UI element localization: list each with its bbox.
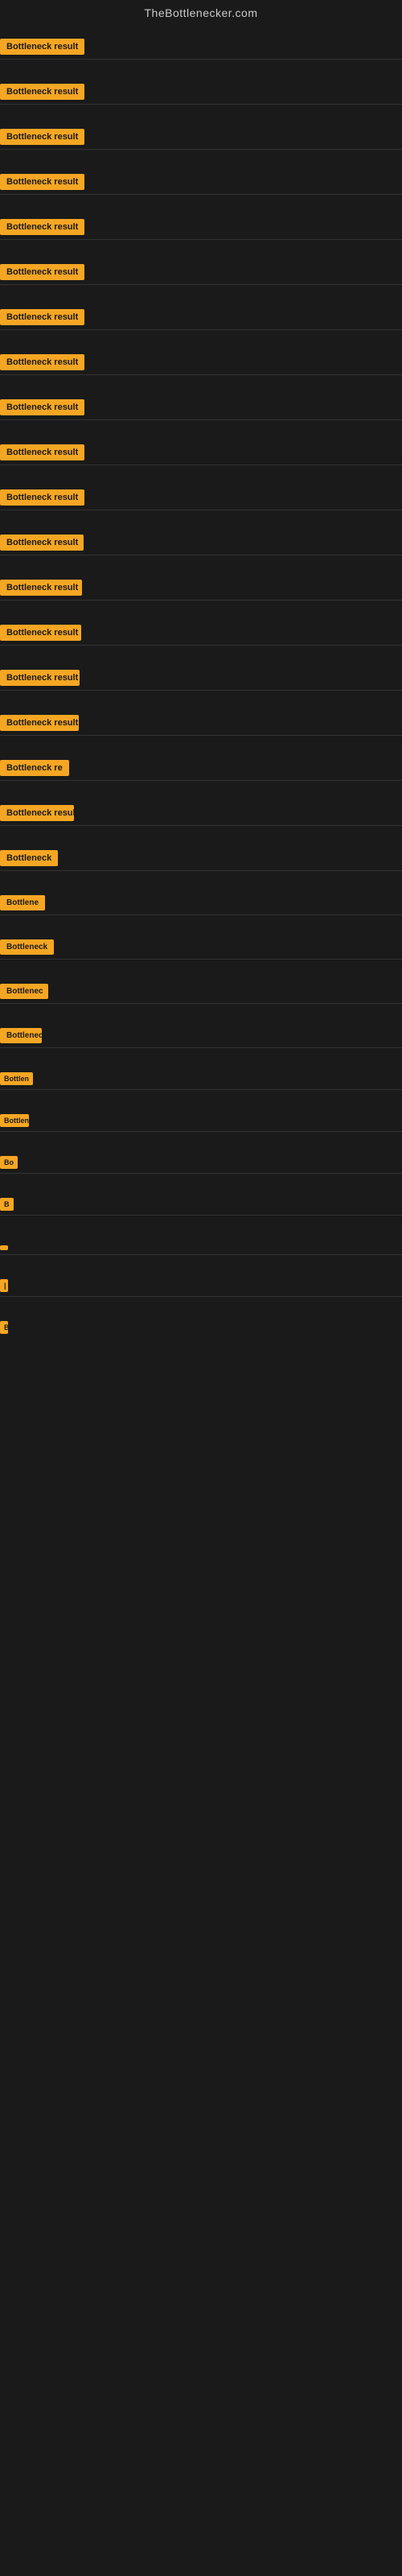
list-item: Bottleneck result xyxy=(0,570,402,615)
list-separator xyxy=(0,780,402,781)
list-separator xyxy=(0,104,402,105)
list-item: Bottleneck result xyxy=(0,525,402,570)
list-item: Bottleneck result xyxy=(0,480,402,525)
bottleneck-badge: Bottlene xyxy=(0,895,45,910)
bottleneck-badge: Bottleneck result xyxy=(0,580,82,596)
bottleneck-badge: Bottleneck re xyxy=(0,760,69,776)
bottleneck-badge: Bottlenec xyxy=(0,984,48,999)
list-separator xyxy=(0,374,402,375)
bottleneck-badge: Bottlen xyxy=(0,1072,33,1085)
bottleneck-badge: B xyxy=(0,1198,14,1211)
list-item: Bottleneck result xyxy=(0,660,402,705)
list-item: Bottleneck re xyxy=(0,750,402,795)
list-separator xyxy=(0,870,402,871)
list-separator xyxy=(0,600,402,601)
list-item: B xyxy=(0,1188,402,1230)
bottleneck-badge: Bottleneck result xyxy=(0,489,84,506)
bottleneck-badge: Bottleneck xyxy=(0,939,54,955)
list-separator xyxy=(0,690,402,691)
list-item: Bottleneck result xyxy=(0,164,402,209)
list-separator xyxy=(0,464,402,465)
list-item: Bottlenec xyxy=(0,974,402,1018)
bottleneck-badge: Bottleneck result xyxy=(0,715,79,731)
list-separator xyxy=(0,1254,402,1255)
list-separator xyxy=(0,959,402,960)
list-item: Bottleneck result xyxy=(0,209,402,254)
list-item: Bottleneck result xyxy=(0,615,402,660)
list-item: Bottleneck xyxy=(0,1104,402,1146)
list-item: Bottlen xyxy=(0,1063,402,1104)
list-item: Bottleneck result xyxy=(0,435,402,480)
list-item: Bottleneck xyxy=(0,840,402,886)
bottleneck-badge: Bottleneck result xyxy=(0,174,84,190)
list-item xyxy=(0,1230,402,1269)
list-item: Bot xyxy=(0,1311,402,1352)
list-separator xyxy=(0,1173,402,1174)
list-separator xyxy=(0,59,402,60)
list-item: Bottleneck result xyxy=(0,29,402,74)
bottleneck-badge: Bottleneck resul xyxy=(0,805,74,821)
bottleneck-badge: Bottleneck xyxy=(0,850,58,866)
list-item: Bottleneck result xyxy=(0,390,402,435)
bottleneck-list: Bottleneck result Bottleneck result Bottle… xyxy=(0,29,402,1352)
bottleneck-badge: Bottleneck xyxy=(0,1114,29,1127)
list-item: Bottleneck resul xyxy=(0,795,402,840)
bottleneck-badge: Bottleneck result xyxy=(0,354,84,370)
bottleneck-badge: Bottleneck result xyxy=(0,39,84,55)
bottleneck-badge: Bottleneck result xyxy=(0,625,81,641)
list-item: Bottleneck result xyxy=(0,345,402,390)
bottleneck-badge: Bottleneck result xyxy=(0,84,84,100)
list-separator xyxy=(0,1215,402,1216)
bottleneck-badge: Bottleneck result xyxy=(0,129,84,145)
list-separator xyxy=(0,329,402,330)
site-header: TheBottlenecker.com xyxy=(0,0,402,29)
list-item: Bottleneck result xyxy=(0,254,402,299)
bottleneck-badge: | xyxy=(0,1279,8,1292)
list-separator xyxy=(0,914,402,915)
list-separator xyxy=(0,645,402,646)
list-separator xyxy=(0,239,402,240)
bottleneck-badge: Bottleneck result xyxy=(0,670,80,686)
bottleneck-badge: Bottleneck result xyxy=(0,264,84,280)
list-item: Bottlene xyxy=(0,886,402,930)
list-item: Bottleneck result xyxy=(0,705,402,750)
list-item: Bottleneck result xyxy=(0,299,402,345)
list-separator xyxy=(0,1131,402,1132)
bottleneck-badge: Bot xyxy=(0,1321,8,1334)
list-item: Bottleneck re xyxy=(0,1018,402,1063)
list-separator xyxy=(0,1089,402,1090)
site-title: TheBottlenecker.com xyxy=(0,0,402,29)
bottleneck-badge: Bottleneck result xyxy=(0,444,84,460)
list-item: | xyxy=(0,1269,402,1311)
bottleneck-badge: Bottleneck result xyxy=(0,219,84,235)
list-item: Bottleneck result xyxy=(0,119,402,164)
bottleneck-badge: Bottleneck result xyxy=(0,399,84,415)
list-separator xyxy=(0,284,402,285)
bottleneck-badge xyxy=(0,1245,8,1250)
list-separator xyxy=(0,1047,402,1048)
bottleneck-badge: Bottleneck result xyxy=(0,535,84,551)
bottleneck-badge: Bo xyxy=(0,1156,18,1169)
list-separator xyxy=(0,419,402,420)
bottleneck-badge: Bottleneck re xyxy=(0,1028,42,1043)
list-separator xyxy=(0,825,402,826)
list-separator xyxy=(0,149,402,150)
list-item: Bo xyxy=(0,1146,402,1188)
list-item: Bottleneck xyxy=(0,930,402,974)
list-separator xyxy=(0,194,402,195)
list-item: Bottleneck result xyxy=(0,74,402,119)
list-separator xyxy=(0,735,402,736)
bottleneck-badge: Bottleneck result xyxy=(0,309,84,325)
list-separator xyxy=(0,1003,402,1004)
list-separator xyxy=(0,1296,402,1297)
